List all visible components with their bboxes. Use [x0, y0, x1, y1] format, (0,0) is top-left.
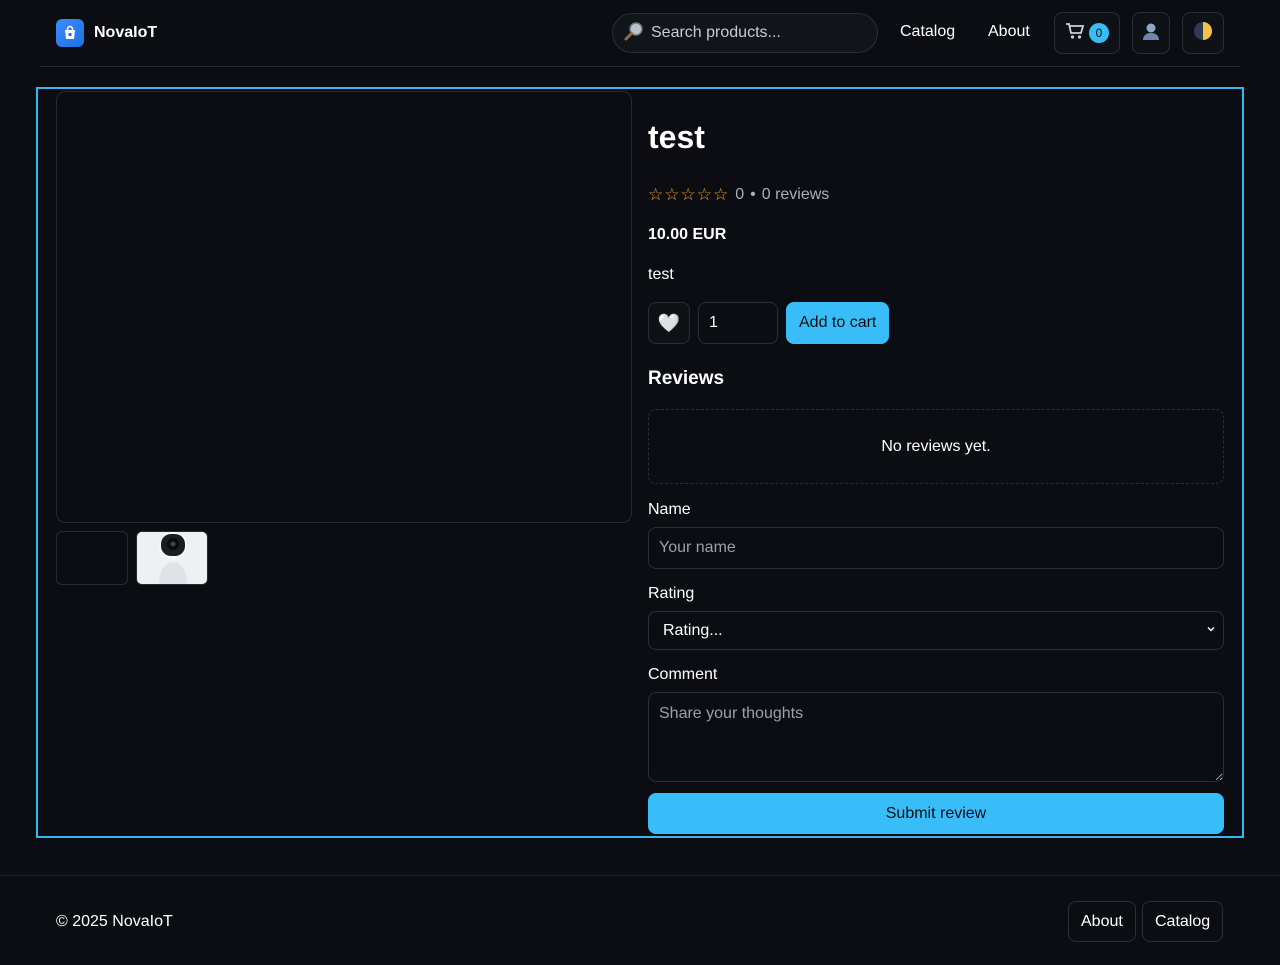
- site-footer: © 2025 NovaIoT About Catalog: [0, 875, 1280, 965]
- theme-toggle-button[interactable]: [1182, 12, 1224, 54]
- reviews-heading: Reviews: [648, 368, 725, 389]
- rating-value: 0: [735, 186, 745, 203]
- rating-select-value: Rating...: [663, 621, 723, 639]
- search-box[interactable]: [612, 13, 878, 53]
- add-to-cart-button[interactable]: Add to cart: [786, 302, 890, 344]
- comment-label: Comment: [648, 666, 718, 683]
- user-icon: [1141, 21, 1161, 46]
- comment-textarea[interactable]: [648, 692, 1224, 782]
- quantity-input[interactable]: [698, 302, 778, 344]
- rating-summary: ☆☆☆☆☆ 0 • 0 reviews: [648, 185, 829, 205]
- thumbnail-1[interactable]: [56, 531, 128, 585]
- submit-review-button[interactable]: Submit review: [648, 793, 1224, 834]
- theme-toggle-icon: [1193, 21, 1213, 46]
- name-label: Name: [648, 501, 691, 518]
- product-description: test: [648, 266, 674, 283]
- rating-label: Rating: [648, 585, 695, 602]
- brand[interactable]: NovaIoT: [56, 19, 157, 47]
- nav-catalog[interactable]: Catalog: [900, 23, 955, 41]
- footer-about-link[interactable]: About: [1068, 901, 1136, 942]
- star-rating-icon: ☆☆☆☆☆: [648, 185, 730, 204]
- site-header: NovaIoT Catalog About 0: [40, 0, 1240, 67]
- chevron-down-icon: [1205, 622, 1217, 640]
- name-input[interactable]: [648, 527, 1224, 569]
- shopping-bag-icon: [56, 19, 84, 47]
- thumbnail-2[interactable]: [136, 531, 208, 585]
- heart-icon: 🤍: [657, 312, 681, 333]
- cart-icon: [1065, 22, 1085, 45]
- footer-catalog-link[interactable]: Catalog: [1142, 901, 1224, 942]
- purchase-actions: 🤍 Add to cart: [648, 302, 890, 344]
- product-image-main: [56, 91, 632, 523]
- rating-select[interactable]: Rating...: [648, 611, 1224, 650]
- separator-dot: •: [750, 186, 756, 203]
- product-detail: test ☆☆☆☆☆ 0 • 0 reviews 10.00 EUR test …: [36, 87, 1244, 838]
- account-button[interactable]: [1132, 12, 1170, 54]
- brand-name: NovaIoT: [94, 24, 158, 41]
- cart-count-badge: 0: [1089, 23, 1109, 43]
- nav-about[interactable]: About: [988, 23, 1030, 41]
- product-price: 10.00 EUR: [648, 226, 727, 243]
- magnifier-icon: [623, 20, 645, 47]
- security-camera-image: [137, 532, 207, 584]
- reviews-count: 0 reviews: [761, 186, 830, 203]
- product-title: test: [648, 119, 705, 155]
- copyright-text: © 2025 NovaIoT: [56, 913, 173, 930]
- search-input[interactable]: [651, 24, 871, 42]
- empty-reviews-message: No reviews yet.: [648, 409, 1224, 484]
- wishlist-button[interactable]: 🤍: [648, 302, 690, 344]
- cart-button[interactable]: 0: [1054, 12, 1120, 54]
